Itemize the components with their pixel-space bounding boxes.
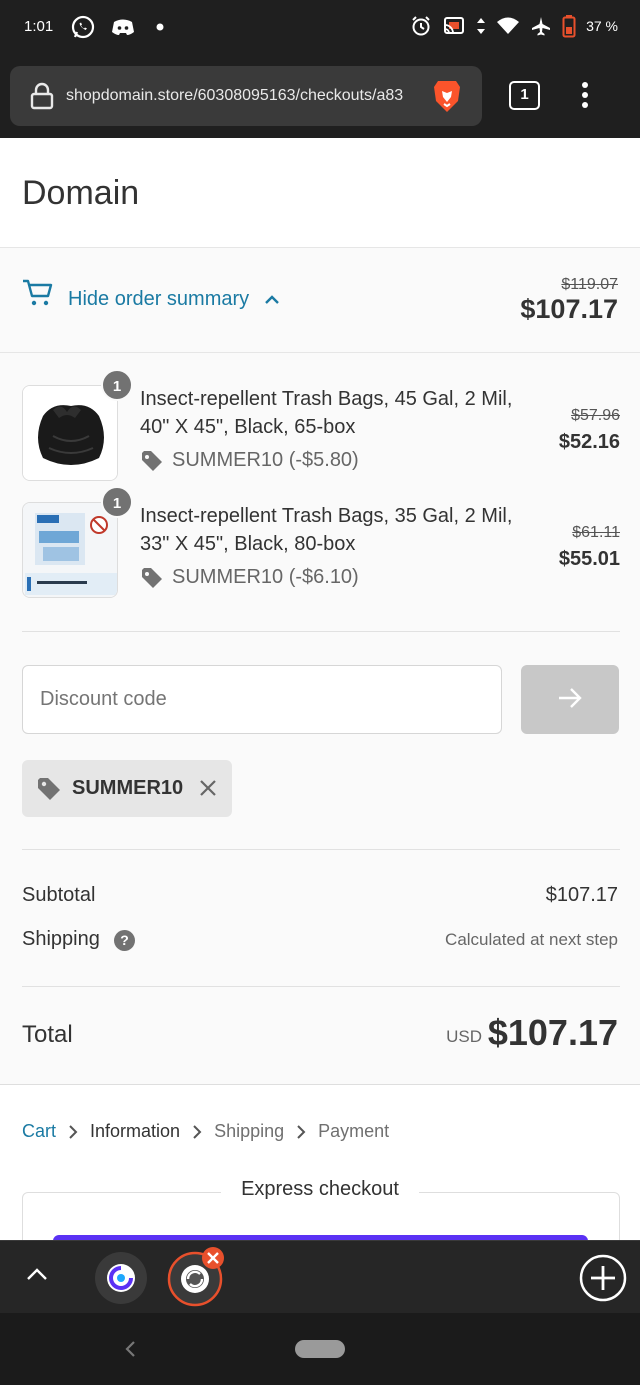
- tab-thumbnail-loader-icon[interactable]: [94, 1251, 148, 1305]
- tag-icon: [142, 567, 162, 588]
- shipping-label: Shipping: [22, 928, 100, 950]
- chevron-up-icon: [265, 295, 279, 304]
- tag-icon: [142, 450, 162, 471]
- remove-discount-close-icon[interactable]: [198, 778, 218, 798]
- original-total: $119.07: [561, 276, 618, 293]
- shipping-value: Calculated at next step: [445, 930, 618, 949]
- whatsapp-icon: [71, 15, 95, 39]
- product-image: [22, 502, 118, 598]
- breadcrumb: Cart Information Shipping Payment: [22, 1121, 389, 1142]
- breadcrumb-cart[interactable]: Cart: [22, 1121, 56, 1142]
- battery-icon: [562, 15, 576, 38]
- divider: [22, 631, 620, 632]
- tag-icon: [38, 778, 60, 800]
- subtotal-label: Subtotal: [22, 884, 96, 906]
- apply-discount-button[interactable]: [521, 665, 619, 734]
- cast-icon: [444, 17, 465, 34]
- breadcrumb-shipping: Shipping: [214, 1121, 285, 1141]
- status-bar: 1:01 37 %: [0, 0, 640, 56]
- airplane-icon: [532, 17, 551, 36]
- checkout-page: Domain Hide order summary $119.07 $107.1…: [0, 138, 640, 1240]
- subtotal-value: $107.17: [545, 884, 618, 906]
- item-price: $52.16: [558, 431, 620, 453]
- discount-code-input[interactable]: [22, 665, 502, 734]
- chevron-right-icon: [193, 1124, 202, 1139]
- total-label: Total: [22, 1021, 73, 1048]
- express-checkout-label: Express checkout: [221, 1178, 419, 1200]
- toggle-label[interactable]: Hide order summary: [68, 288, 249, 311]
- total-value: $107.17: [487, 1012, 618, 1053]
- shop-header: Domain: [0, 138, 640, 248]
- brave-lion-icon[interactable]: [430, 78, 464, 114]
- close-tab-icon[interactable]: [201, 1246, 225, 1270]
- browser-tab-strip: [0, 1240, 640, 1313]
- product-image: [22, 385, 118, 481]
- applied-discount-code: SUMMER10: [72, 777, 184, 799]
- back-chevron-icon[interactable]: [122, 1339, 138, 1359]
- express-checkout-heading: Express checkout: [0, 1178, 640, 1201]
- divider: [22, 849, 620, 850]
- product-title: Insect-repellent Trash Bags, 45 Gal, 2 M…: [140, 388, 513, 438]
- item-original-price: $61.11: [572, 524, 620, 541]
- order-summary-toggle[interactable]: Hide order summary $119.07 $107.17: [0, 248, 640, 353]
- summary-total: $107.17: [520, 294, 618, 324]
- breadcrumb-payment: Payment: [318, 1121, 390, 1141]
- address-bar[interactable]: shopdomain.store/60308095163/checkouts/a…: [10, 66, 482, 126]
- quantity-badge: 1: [101, 486, 133, 518]
- status-time: 1:01: [24, 18, 54, 35]
- lock-icon: [30, 82, 54, 110]
- tab-switcher-button[interactable]: 1: [509, 81, 540, 110]
- item-discount: SUMMER10 (-$5.80): [140, 449, 359, 472]
- wifi-icon: [497, 17, 520, 34]
- notification-dot-icon: [156, 23, 164, 31]
- item-original-price: $57.96: [571, 407, 620, 424]
- item-discount: SUMMER10 (-$6.10): [140, 566, 359, 589]
- arrow-right-icon: [559, 688, 582, 708]
- item-discount-text: SUMMER10 (-$6.10): [172, 566, 359, 588]
- cart-icon: [23, 279, 53, 306]
- status-right-group: 37 %: [410, 14, 618, 38]
- chevron-up-icon[interactable]: [25, 1266, 49, 1282]
- item-price: $55.01: [558, 548, 620, 570]
- divider: [22, 986, 620, 987]
- product-title: Insect-repellent Trash Bags, 35 Gal, 2 M…: [140, 505, 513, 555]
- url-text[interactable]: shopdomain.store/60308095163/checkouts/a…: [66, 87, 420, 105]
- chevron-right-icon: [297, 1124, 306, 1139]
- new-tab-plus-icon[interactable]: [579, 1254, 627, 1302]
- line-item: 1 Insect-repellent Trash Bags, 45 Gal, 2…: [22, 369, 620, 481]
- chevron-right-icon: [69, 1124, 78, 1139]
- system-navigation-bar: [0, 1313, 640, 1385]
- shipping-help-icon[interactable]: ?: [114, 930, 135, 951]
- discord-icon: [112, 19, 134, 35]
- browser-menu-icon[interactable]: [580, 82, 590, 110]
- line-item: 1 Insect-repellent Trash Bags, 35 Gal, 2…: [22, 486, 620, 598]
- breadcrumb-information: Information: [90, 1121, 181, 1141]
- alarm-icon: [412, 16, 430, 36]
- battery-percent: 37 %: [586, 18, 618, 34]
- total-currency: USD: [446, 1027, 482, 1046]
- shop-name[interactable]: Domain: [22, 174, 139, 213]
- applied-discount-chip: SUMMER10: [22, 760, 232, 817]
- home-pill[interactable]: [295, 1340, 345, 1358]
- quantity-badge: 1: [101, 369, 133, 401]
- item-discount-text: SUMMER10 (-$5.80): [172, 449, 359, 471]
- data-arrows-icon: [477, 18, 486, 34]
